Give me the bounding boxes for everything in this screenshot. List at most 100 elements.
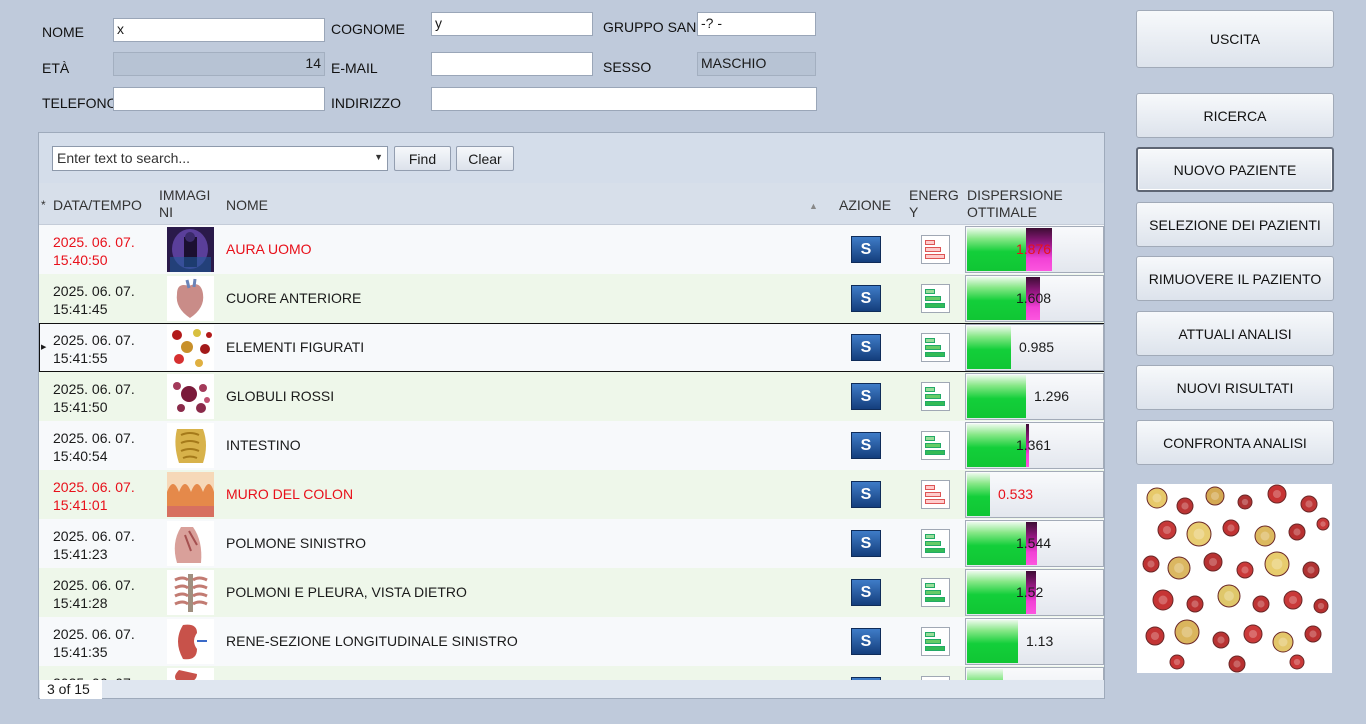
- nuovi-risultati-button[interactable]: NUOVI RISULTATI: [1136, 365, 1334, 410]
- dispersion-cell: [965, 667, 1104, 680]
- table-row[interactable]: 2025. 06. 07. 15:41:01 MURO DEL COLON S 0.53…: [39, 470, 1104, 519]
- table-row[interactable]: 2025. 06. 07. 15:41:23 POLMONE SINISTRO S 1.…: [39, 519, 1104, 568]
- column-name[interactable]: NOME: [226, 197, 268, 214]
- dispersion-cell: 1.296: [965, 373, 1104, 420]
- indirizzo-field[interactable]: [431, 87, 817, 111]
- row-datetime: 2025. 06. 07. 15:41:55: [53, 331, 135, 367]
- dispersion-value: 1.13: [1026, 633, 1054, 649]
- row-name: ELEMENTI FIGURATI: [226, 339, 365, 355]
- energy-chart-icon[interactable]: [921, 235, 950, 264]
- azione-s-icon[interactable]: S: [851, 432, 881, 459]
- row-thumbnail[interactable]: [167, 227, 214, 272]
- dispersion-cell: 1.876: [965, 226, 1104, 273]
- sesso-field[interactable]: MASCHIO: [697, 52, 816, 76]
- row-thumbnail[interactable]: [167, 668, 214, 680]
- ricerca-button[interactable]: RICERCA: [1136, 93, 1334, 138]
- column-energy[interactable]: ENERG Y: [909, 187, 959, 221]
- dispersion-value: 0.985: [1019, 339, 1055, 355]
- energy-chart-icon[interactable]: [921, 676, 950, 680]
- azione-s-icon[interactable]: S: [851, 579, 881, 606]
- dispersion-value: 1.876: [1016, 241, 1052, 257]
- azione-s-icon[interactable]: S: [851, 236, 881, 263]
- row-time: 15:41:45: [53, 301, 108, 317]
- nome-field[interactable]: x: [113, 18, 325, 42]
- nuovo-paziente-button[interactable]: NUOVO PAZIENTE: [1136, 147, 1334, 192]
- grid-header: * DATA/TEMPO IMMAGI NI NOME ▲ AZIONE ENE…: [39, 183, 1104, 225]
- page-indicator: 3 of 15: [40, 680, 102, 699]
- row-time: 15:40:54: [53, 448, 108, 464]
- search-input[interactable]: Enter text to search... ▼: [52, 146, 388, 171]
- energy-chart-icon[interactable]: [921, 480, 950, 509]
- table-row[interactable]: ▶ 2025. 06. 07. 15:41:55 ELEMENTI FIGURATI S…: [39, 323, 1104, 372]
- email-field[interactable]: [431, 52, 593, 76]
- table-row[interactable]: 2025. 06. 07. 15:41:28 POLMONI E PLEURA, V…: [39, 568, 1104, 617]
- row-name: POLMONE SINISTRO: [226, 535, 367, 551]
- table-row[interactable]: 2025. 06. 07. 15:41:50 GLOBULI ROSSI S 1.296: [39, 372, 1104, 421]
- table-row[interactable]: 2025. 06. 07.S: [39, 666, 1104, 680]
- row-thumbnail[interactable]: [167, 472, 214, 517]
- azione-s-icon[interactable]: S: [851, 334, 881, 361]
- sort-ascending-icon: ▲: [809, 201, 818, 211]
- clear-button[interactable]: Clear: [456, 146, 514, 171]
- dispersion-value: 1.608: [1016, 290, 1052, 306]
- table-row[interactable]: 2025. 06. 07. 15:40:54 INTESTINO S 1.361: [39, 421, 1104, 470]
- column-datetime[interactable]: DATA/TEMPO: [53, 197, 142, 214]
- dispersion-cell: 1.608: [965, 275, 1104, 322]
- table-row[interactable]: 2025. 06. 07. 15:41:45 CUORE ANTERIORE S 1.6…: [39, 274, 1104, 323]
- azione-s-icon[interactable]: S: [851, 677, 881, 680]
- azione-s-icon[interactable]: S: [851, 481, 881, 508]
- row-thumbnail[interactable]: [167, 423, 214, 468]
- email-label: E-MAIL: [331, 60, 378, 76]
- dispersion-value: 0.533: [998, 486, 1034, 502]
- telefono-field[interactable]: [113, 87, 325, 111]
- row-time: 15:40:50: [53, 252, 108, 268]
- azione-s-icon[interactable]: S: [851, 530, 881, 557]
- row-thumbnail[interactable]: [167, 276, 214, 321]
- row-thumbnail[interactable]: [167, 374, 214, 419]
- row-date: 2025. 06. 07.: [53, 332, 135, 348]
- attuali-analisi-button[interactable]: ATTUALI ANALISI: [1136, 311, 1334, 356]
- row-thumbnail[interactable]: [167, 570, 214, 615]
- search-panel: Enter text to search... ▼ Find Clear: [39, 133, 1104, 183]
- azione-s-icon[interactable]: S: [851, 383, 881, 410]
- energy-chart-icon[interactable]: [921, 431, 950, 460]
- column-images[interactable]: IMMAGI NI: [159, 187, 217, 221]
- blood-cells-image: [1137, 484, 1332, 673]
- energy-chart-icon[interactable]: [921, 578, 950, 607]
- row-time: 15:41:55: [53, 350, 108, 366]
- dispersion-green-bar: [967, 473, 990, 516]
- find-button[interactable]: Find: [394, 146, 451, 171]
- column-dispersion[interactable]: DISPERSIONE OTTIMALE: [967, 187, 1077, 221]
- indirizzo-label: INDIRIZZO: [331, 95, 401, 111]
- energy-chart-icon[interactable]: [921, 529, 950, 558]
- uscita-button[interactable]: USCITA: [1136, 10, 1334, 68]
- row-datetime: 2025. 06. 07. 15:41:35: [53, 625, 135, 661]
- dispersion-cell: 1.52: [965, 569, 1104, 616]
- cognome-field[interactable]: y: [431, 12, 593, 36]
- dropdown-arrow-icon[interactable]: ▼: [374, 152, 383, 162]
- column-azione[interactable]: AZIONE: [839, 197, 891, 214]
- azione-s-icon[interactable]: S: [851, 285, 881, 312]
- selezione-pazienti-button[interactable]: SELEZIONE DEI PAZIENTI: [1136, 202, 1334, 247]
- rimuovere-paziente-button[interactable]: RIMUOVERE IL PAZIENTO: [1136, 256, 1334, 301]
- column-star: *: [41, 198, 46, 212]
- row-thumbnail[interactable]: [167, 619, 214, 664]
- table-row[interactable]: 2025. 06. 07. 15:41:35 RENE-SEZIONE LONGIT…: [39, 617, 1104, 666]
- row-thumbnail[interactable]: [167, 325, 214, 370]
- row-datetime: 2025. 06. 07. 15:41:45: [53, 282, 135, 318]
- row-date: 2025. 06. 07.: [53, 234, 135, 250]
- row-date: 2025. 06. 07.: [53, 283, 135, 299]
- azione-s-icon[interactable]: S: [851, 628, 881, 655]
- energy-chart-icon[interactable]: [921, 382, 950, 411]
- energy-chart-icon[interactable]: [921, 627, 950, 656]
- dispersion-value: 1.296: [1034, 388, 1070, 404]
- row-thumbnail[interactable]: [167, 521, 214, 566]
- energy-chart-icon[interactable]: [921, 333, 950, 362]
- table-row[interactable]: 2025. 06. 07. 15:40:50 AURA UOMO S 1.876: [39, 225, 1104, 274]
- row-name: POLMONI E PLEURA, VISTA DIETRO: [226, 584, 467, 600]
- row-date: 2025. 06. 07.: [53, 479, 135, 495]
- confronta-analisi-button[interactable]: CONFRONTA ANALISI: [1136, 420, 1334, 465]
- row-time: 15:41:23: [53, 546, 108, 562]
- energy-chart-icon[interactable]: [921, 284, 950, 313]
- gruppo-sanguigno-field[interactable]: -? -: [697, 12, 816, 36]
